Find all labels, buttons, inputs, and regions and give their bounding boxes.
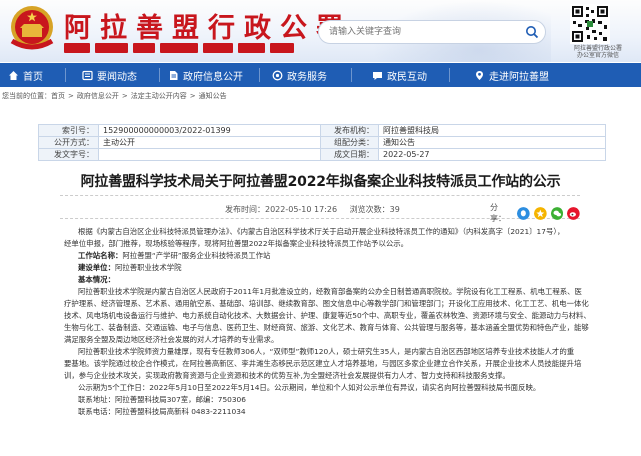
docno-value [98, 148, 321, 161]
body-station: 工作站名称：阿拉善盟“产学研”服务企业科技特派员工作站 [64, 250, 608, 262]
publisher-label: 发布机构： [320, 124, 379, 137]
share-label: 分享： [490, 203, 506, 223]
nav-item-about[interactable]: 走进阿拉善盟 [450, 63, 557, 87]
body-paragraph: 公示期为5个工作日：2022年5月10日至2022年5月14日。公示期间，单位和… [78, 383, 541, 392]
weibo-icon[interactable] [567, 206, 580, 220]
method-label: 公开方式： [38, 136, 99, 149]
nav-item-label: 走进阿拉善盟 [489, 71, 549, 83]
body-paragraph: 阿拉善职业技术学院是内蒙古自治区人民政府于2011年1月批准设立的，经教育部备案… [78, 287, 582, 296]
nav-item-label: 政府信息公开 [183, 71, 243, 83]
nav-item-label: 要闻动态 [97, 71, 137, 83]
category-value: 通知公告 [378, 136, 606, 149]
body-paragraph: 满足服务全盟及周边地区经济社会发展的对人才培养的专业需求。 [64, 335, 279, 344]
meta-row: 公开方式： 主动公开 组配分类： 通知公告 [38, 136, 606, 149]
method-value: 主动公开 [98, 136, 321, 149]
body-paragraph: 技术、风电场机电设备运行与维护、电力系统自动化技术、大数据会计、护理、康复等近5… [64, 311, 591, 320]
body-paragraph: 训，参与企业技术攻关，实现政府教育资源与企业资源和技术的优势互补,为全盟经济社会… [64, 371, 510, 380]
publish-info: 发布时间：2022-05-10 17:26 浏览次数：39 [225, 204, 410, 215]
qzone-icon[interactable] [534, 206, 547, 220]
main-nav: 首页 要闻动态 政府信息公开 政务服务 政民互动 走进阿拉善盟 [0, 63, 641, 87]
meta-row: 索引号： 152900000000003/2022-01399 发布机构： 阿拉… [38, 124, 606, 137]
index-label: 索引号： [38, 124, 99, 137]
nav-item-info-disclosure[interactable]: 政府信息公开 [160, 63, 259, 87]
home-icon [9, 70, 18, 80]
nav-item-interaction[interactable]: 政民互动 [352, 63, 449, 87]
body-paragraph: 经单位申报，部门推荐，现场核验等程序，现将阿拉善盟2022年拟备案企业科技特派员… [64, 239, 409, 248]
map-icon [476, 70, 483, 80]
article-body: 根据《内蒙古自治区企业科技特派员管理办法》、《内蒙古自治区科学技术厅关于启动开展… [64, 226, 608, 418]
date-value: 2022-05-27 [378, 148, 606, 161]
article-title: 阿拉善盟科学技术局关于阿拉善盟2022年拟备案企业科技特派员工作站的公示 [80, 174, 561, 190]
body-paragraph: 疗护理系、经济管理系、艺术系、通用航空系、基础部、培训部、继续教育部、图文信息中… [64, 299, 589, 308]
share-bar: 分享： [490, 202, 580, 224]
breadcrumb-link-home[interactable]: 首页 [51, 92, 65, 100]
breadcrumb-separator: > [68, 92, 74, 100]
meta-row: 发文字号： 成文日期： 2022-05-27 [38, 148, 606, 161]
search-icon[interactable] [525, 25, 539, 39]
body-paragraph: 要基地。该学院通过校企合作模式，在阿拉善高新区、孪井滩生态移民示范区建立人才培养… [64, 359, 582, 368]
mongolian-script-title [64, 41, 294, 54]
qr-code-icon [570, 4, 610, 44]
national-emblem-icon [10, 6, 54, 50]
index-value: 152900000000003/2022-01399 [98, 124, 321, 137]
site-header: 阿拉善盟行政公署 阿拉善盟行政公署 办公室官方微信 [0, 0, 641, 62]
contact-address: 联系地址：阿拉善盟科技局307室，邮编：750306 [78, 395, 246, 404]
body-paragraph: 阿拉善职业技术学院师资力量雄厚，现有专任教师306人，“双师型”教师120人，硕… [78, 347, 575, 356]
document-icon [170, 70, 178, 80]
wechat-icon[interactable] [550, 206, 564, 220]
service-icon [272, 70, 283, 80]
category-label: 组配分类： [320, 136, 379, 149]
breadcrumb-separator: > [121, 92, 128, 100]
date-label: 成文日期： [320, 148, 379, 161]
publisher-value: 阿拉善盟科技局 [378, 124, 606, 137]
site-title: 阿拉善盟行政公署 [64, 13, 352, 44]
qr-caption: 阿拉善盟行政公署 办公室官方微信 [563, 45, 633, 59]
breadcrumb-separator: > [189, 92, 196, 100]
page: 阿拉善盟行政公署 阿拉善盟行政公署 办公室官方微信 [0, 0, 641, 456]
unit-value: 阿拉善职业技术学院 [114, 263, 182, 272]
basic-label: 基本情况： [78, 275, 115, 284]
docno-label: 发文字号： [38, 148, 99, 161]
nav-item-home[interactable]: 首页 [0, 63, 65, 87]
body-paragraph: 根据《内蒙古自治区企业科技特派员管理办法》、《内蒙古自治区科学技术厅关于启动开展… [78, 227, 565, 236]
breadcrumb-link-disclosure[interactable]: 政府信息公开 [77, 92, 119, 100]
contact-phone: 联系电话：阿拉善盟科技局高新科 0483-2211034 [78, 407, 246, 416]
search-input[interactable] [329, 24, 519, 40]
breadcrumb-link-notices[interactable]: 通知公告 [199, 92, 227, 100]
document-meta-table: 索引号： 152900000000003/2022-01399 发布机构： 阿拉… [38, 124, 606, 161]
body-unit: 建设单位：阿拉善职业技术学院 [64, 262, 608, 274]
nav-item-news[interactable]: 要闻动态 [66, 63, 159, 87]
search-box[interactable] [318, 20, 546, 44]
nav-item-label: 首页 [23, 71, 43, 83]
breadcrumb: 您当前的位置：首页 > 政府信息公开 > 法定主动公开内容 > 通知公告 [2, 91, 227, 101]
breadcrumb-link-statutory[interactable]: 法定主动公开内容 [131, 92, 187, 100]
breadcrumb-prefix: 您当前的位置： [2, 92, 51, 100]
qr-caption-line-2: 办公室官方微信 [576, 52, 619, 59]
body-paragraph: 生物与化工、装备制造、交通运输、电子与信息、医药卫生、财经商贸、旅游、文化艺术、… [64, 323, 589, 332]
station-value: 阿拉善盟“产学研”服务企业科技特派员工作站 [122, 251, 271, 260]
qq-icon[interactable] [517, 206, 531, 220]
news-icon [82, 70, 93, 80]
publish-time: 发布时间：2022-05-10 17:26 [225, 205, 338, 214]
publish-info-bar: 发布时间：2022-05-10 17:26 浏览次数：39 分享： [60, 195, 580, 223]
nav-item-label: 政务服务 [287, 71, 327, 83]
qr-caption-line-1: 阿拉善盟行政公署 [573, 45, 622, 52]
chat-icon [373, 71, 382, 80]
station-label: 工作站名称： [78, 251, 123, 260]
body-basic: 基本情况： [64, 274, 608, 286]
unit-label: 建设单位： [78, 263, 115, 272]
view-count: 浏览次数：39 [349, 205, 400, 214]
nav-item-services[interactable]: 政务服务 [260, 63, 351, 87]
nav-item-label: 政民互动 [387, 71, 427, 83]
